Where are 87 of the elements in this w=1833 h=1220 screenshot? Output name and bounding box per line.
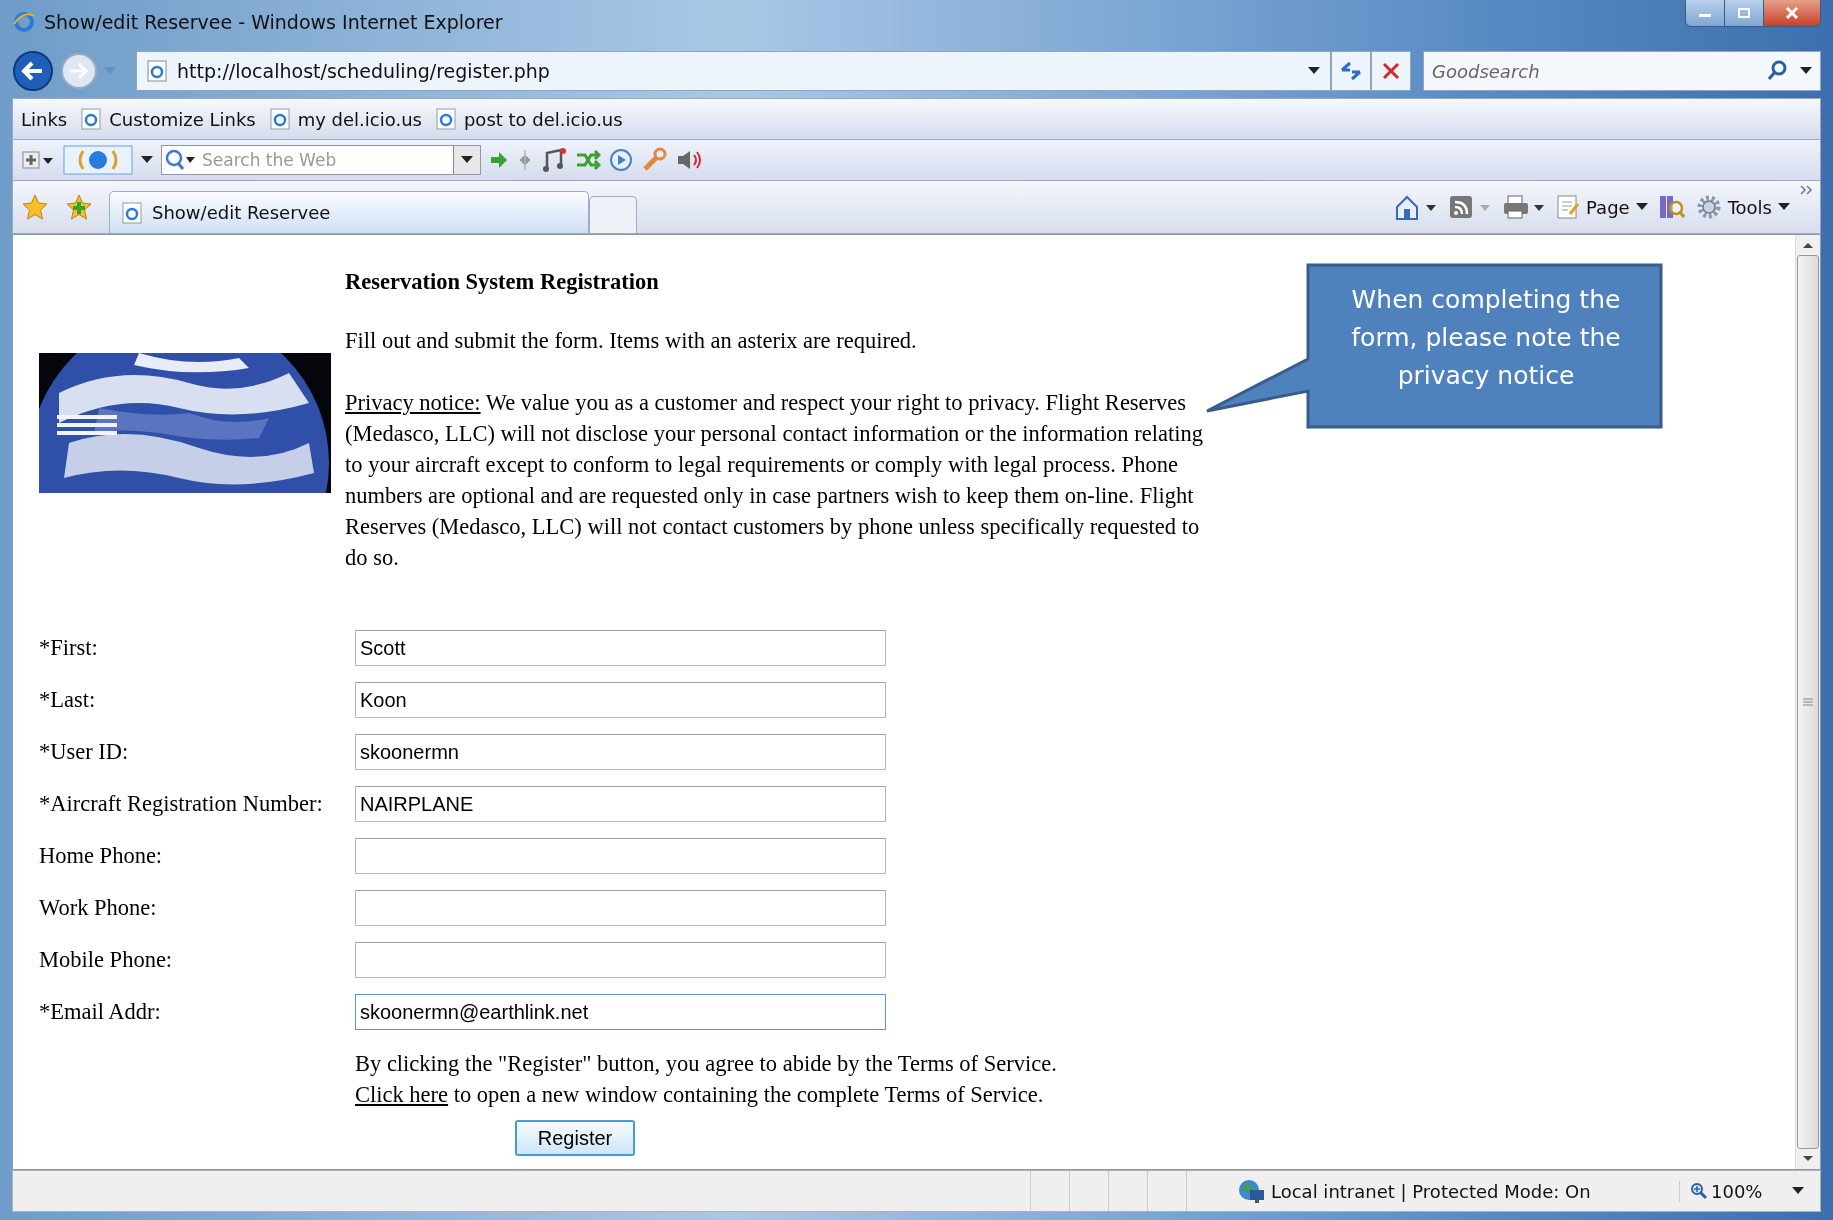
shuffle-icon[interactable] [575, 149, 601, 171]
favorite-link[interactable]: post to del.icio.us [435, 108, 623, 130]
input-field[interactable]: NAIRPLANE [355, 786, 886, 822]
field-label: Home Phone: [39, 843, 164, 869]
field-label: Mobile Phone: [39, 947, 174, 973]
home-icon[interactable] [1394, 193, 1439, 221]
search-field[interactable]: Goodsearch [1423, 51, 1821, 91]
security-zone-status[interactable]: Local intranet | Protected Mode: On [1237, 1178, 1667, 1204]
input-field[interactable] [355, 942, 886, 978]
intro-text: Fill out and submit the form. Items with an asterix are required. [345, 327, 918, 355]
favorite-link[interactable]: Customize Links [81, 108, 256, 130]
scroll-down-icon[interactable] [1802, 1155, 1814, 1163]
click-here-link[interactable]: Click here [355, 1082, 449, 1107]
zoom-level[interactable]: 100% [1679, 1180, 1780, 1202]
terms-text: By clicking the "Register" button, you agree to abide by the Terms of Service. [355, 1050, 1058, 1078]
maximize-icon [1737, 7, 1751, 19]
terms-link-text: Click here to open a new window containing the complete Terms of Service. [355, 1081, 1045, 1109]
caret-icon [1778, 203, 1790, 211]
page-icon [122, 201, 142, 224]
page-menu[interactable]: Page [1556, 194, 1648, 220]
gear-icon [1695, 194, 1722, 220]
zoom-dropdown-icon[interactable] [1792, 1187, 1804, 1195]
caret-icon [1635, 203, 1648, 211]
callout-text: When completing the form, please note the privacy notice [1350, 284, 1622, 392]
arrow-icon[interactable] [489, 150, 509, 170]
speaker-icon[interactable] [675, 148, 703, 172]
add-favorite-icon[interactable] [65, 193, 93, 221]
register-button[interactable]: Register [515, 1120, 635, 1156]
input-field[interactable]: skoonermn@earthlink.net [355, 994, 886, 1030]
address-bar[interactable]: http://localhost/scheduling/register.php [136, 51, 1331, 91]
page-icon [269, 108, 290, 130]
field-label: Work Phone: [39, 895, 158, 921]
zoom-icon [1690, 1182, 1708, 1200]
privacy-notice-link[interactable]: Privacy notice: [345, 390, 481, 415]
favorites-star-icon[interactable] [21, 193, 49, 221]
caret-icon [1308, 67, 1320, 75]
window-title: Show/edit Reservee - Windows Internet Explorer [44, 11, 503, 33]
globe-monitor-icon [1237, 1178, 1265, 1204]
maximize-button[interactable] [1725, 0, 1764, 26]
scroll-up-icon[interactable] [1802, 241, 1814, 249]
input-field[interactable]: skoonermn [355, 734, 886, 770]
close-button[interactable] [1764, 0, 1820, 26]
page-icon [81, 108, 102, 130]
links-label: Links [21, 108, 68, 130]
close-icon [1784, 6, 1800, 20]
printer-icon[interactable] [1502, 193, 1547, 221]
field-label: *Email Addr: [39, 999, 162, 1025]
caret-icon [1800, 67, 1812, 75]
input-field[interactable]: Scott [355, 630, 886, 666]
back-button[interactable] [12, 50, 54, 92]
privacy-paragraph: Privacy notice: We value you as a customer and respect your right to privacy. Flight Reserves (Medasco, LLC) will not disclose your personal contact information or the information relating to your aircraft except to conform to legal requirements or comply with legal process. Phone numbers are optional and are requested only in case partners wish to keep them on-line. Flight Reserves (Medasco, LLC) will not contact customers by phone unless specifically requested to do so. [345, 389, 1204, 572]
wrench-icon[interactable] [641, 147, 667, 173]
input-field[interactable]: Koon [355, 682, 886, 718]
tools-menu[interactable]: Tools [1695, 194, 1790, 220]
page-heading: Reservation System Registration [345, 269, 660, 295]
minimize-button[interactable] [1686, 0, 1725, 26]
dropdown-button[interactable] [453, 146, 480, 174]
field-label: *Last: [39, 687, 97, 713]
browser-logo-icon [12, 10, 36, 34]
page-icon [1556, 194, 1581, 220]
page-icon [147, 60, 167, 82]
forward-button[interactable] [60, 52, 98, 90]
chevron-icon[interactable] [1800, 185, 1814, 195]
radio-icon[interactable] [63, 145, 133, 175]
grip-icon [1803, 698, 1813, 706]
scrollbar-thumb[interactable] [1797, 255, 1819, 1149]
music-note-icon[interactable] [541, 147, 567, 173]
refresh-button[interactable] [1331, 51, 1371, 91]
caret-icon [461, 156, 473, 164]
input-field[interactable] [355, 838, 886, 874]
play-icon[interactable] [609, 148, 633, 172]
input-field[interactable] [355, 890, 886, 926]
stop-button[interactable] [1371, 51, 1411, 91]
close-icon [1381, 61, 1401, 81]
browser-tab[interactable]: Show/edit Reservee [109, 191, 589, 233]
dropdown-icon[interactable] [141, 156, 153, 164]
add-icon[interactable] [21, 149, 55, 171]
field-label: *Aircraft Registration Number: [39, 791, 324, 817]
favorite-link[interactable]: my del.icio.us [269, 108, 422, 130]
rss-feed-icon[interactable] [1448, 193, 1493, 221]
field-label: *First: [39, 635, 99, 661]
research-icon[interactable] [1657, 193, 1686, 221]
search-icon [1766, 60, 1788, 82]
page-icon [435, 108, 456, 130]
separator-icon [517, 148, 533, 172]
refresh-icon [1338, 60, 1364, 82]
field-label: *User ID: [39, 739, 130, 765]
